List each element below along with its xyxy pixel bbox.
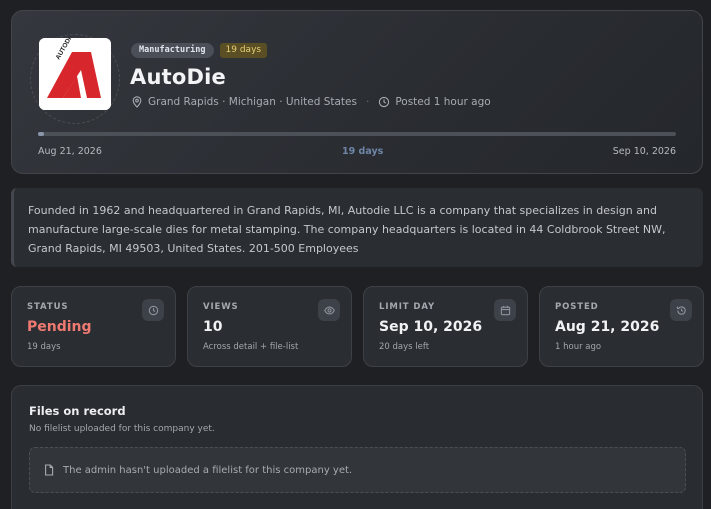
company-meta: Grand Rapids · Michigan · United States … [131, 96, 491, 108]
stat-value-status: Pending [27, 319, 92, 335]
tag-row: Manufacturing 19 days [131, 43, 268, 58]
meta-separator: · [365, 96, 370, 108]
company-location: Grand Rapids · Michigan · United States [148, 96, 357, 108]
stat-label: STATUS [27, 302, 69, 312]
company-header-card: AUTODIE Manufacturing 19 days AutoDie Gr… [11, 10, 703, 174]
clock-icon [378, 96, 390, 108]
company-detail-page: AUTODIE Manufacturing 19 days AutoDie Gr… [0, 0, 711, 509]
location-pin-icon [131, 96, 143, 108]
stat-sub: Across detail + file-list [203, 342, 299, 352]
stat-card-limit-day: LIMIT DAY Sep 10, 2026 20 days left [363, 286, 528, 367]
files-on-record-panel: Files on record No filelist uploaded for… [11, 385, 703, 509]
stat-label: VIEWS [203, 302, 239, 312]
stat-value-views: 10 [203, 319, 223, 335]
stat-label: LIMIT DAY [379, 302, 436, 312]
stat-sub: 19 days [27, 342, 61, 352]
timeline-progress-fill [38, 132, 45, 136]
stat-card-posted: POSTED Aug 21, 2026 1 hour ago [539, 286, 704, 367]
calendar-icon [494, 299, 516, 321]
autodie-logo-icon: AUTODIE [39, 38, 111, 110]
eye-icon [318, 299, 340, 321]
timeline-duration: 19 days [342, 146, 384, 157]
timeline-progress-bar [38, 132, 676, 136]
timeline-end-date: Sep 10, 2026 [612, 146, 676, 157]
stat-value-limit-day: Sep 10, 2026 [379, 319, 483, 335]
file-icon [43, 464, 55, 476]
empty-filelist-message: The admin hasn't uploaded a filelist for… [63, 464, 353, 476]
stat-card-views: VIEWS 10 Across detail + file-list [187, 286, 352, 367]
stat-card-status: STATUS Pending 19 days [11, 286, 176, 367]
stat-value-posted: Aug 21, 2026 [555, 319, 660, 335]
company-logo: AUTODIE [39, 38, 111, 110]
company-name: AutoDie [130, 65, 226, 89]
files-subtitle: No filelist uploaded for this company ye… [29, 424, 215, 434]
stat-sub: 20 days left [379, 342, 430, 352]
empty-filelist-box: The admin hasn't uploaded a filelist for… [29, 447, 686, 493]
files-title: Files on record [29, 404, 126, 418]
industry-tag[interactable]: Manufacturing [131, 43, 214, 58]
company-description: Founded in 1962 and headquartered in Gra… [11, 188, 703, 267]
stat-label: POSTED [555, 302, 599, 312]
stat-sub: 1 hour ago [555, 342, 602, 352]
timeline-start-date: Aug 21, 2026 [38, 146, 102, 157]
history-icon [670, 299, 692, 321]
days-tag: 19 days [219, 43, 268, 58]
posted-time: Posted 1 hour ago [395, 96, 491, 108]
clock-icon [142, 299, 164, 321]
